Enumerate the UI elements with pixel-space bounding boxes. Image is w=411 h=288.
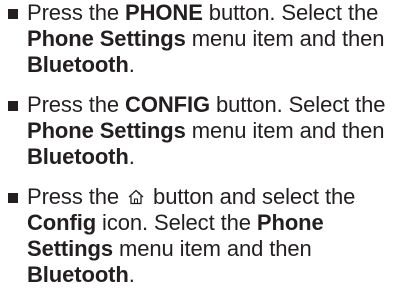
step-text: . xyxy=(128,52,135,77)
step-text: button. Select the xyxy=(210,92,386,117)
menu-item-phone-settings: Phone Settings xyxy=(27,26,186,51)
step-text: button and select the xyxy=(147,184,356,209)
bullet-square xyxy=(8,9,18,19)
step-text: button. Select the xyxy=(202,0,379,25)
step-text: . xyxy=(128,144,135,169)
step-text: . xyxy=(128,262,135,287)
step-text: Press the xyxy=(27,0,126,25)
bullet-square xyxy=(8,101,18,111)
menu-item-bluetooth: Bluetooth xyxy=(27,52,129,77)
home-icon xyxy=(127,188,145,206)
button-name-phone: PHONE xyxy=(125,0,203,25)
icon-name-config: Config xyxy=(27,210,97,235)
instruction-step: Press the PHONE button. Select the Phone… xyxy=(0,0,411,78)
step-text: menu item and then xyxy=(113,236,312,261)
step-text: menu item and then xyxy=(185,26,385,51)
step-text: Press the xyxy=(27,92,126,117)
menu-item-bluetooth: Bluetooth xyxy=(27,262,129,287)
bullet-square xyxy=(8,193,18,203)
step-text: Press the xyxy=(27,184,126,209)
menu-item-phone-settings: Phone Settings xyxy=(27,118,186,143)
step-text: icon. Select the xyxy=(96,210,257,235)
button-name-config: CONFIG xyxy=(125,92,210,117)
menu-item-bluetooth: Bluetooth xyxy=(27,144,129,169)
instruction-step: Press the button and select the Config i… xyxy=(0,184,411,288)
step-text: menu item and then xyxy=(185,118,385,143)
instruction-step: Press the CONFIG button. Select the Phon… xyxy=(0,92,411,170)
